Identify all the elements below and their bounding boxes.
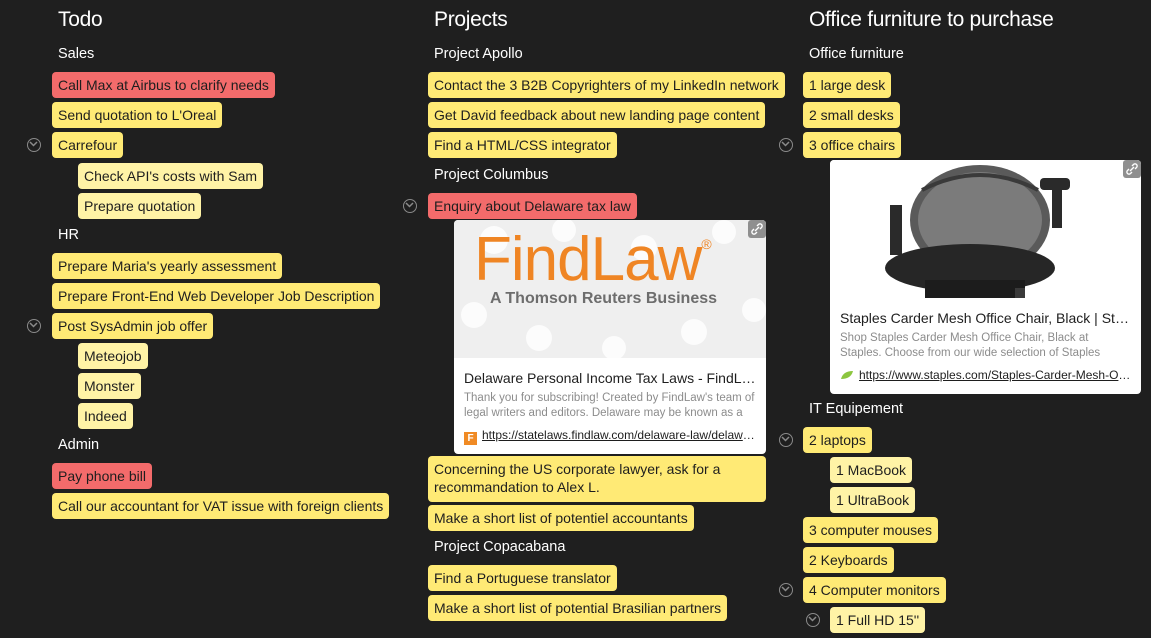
task-card[interactable]: Get David feedback about new landing pag…	[428, 102, 766, 128]
task-card[interactable]: 2 Keyboards	[803, 547, 894, 573]
collapse-toggle-icon[interactable]	[27, 319, 41, 333]
task-card[interactable]: Carrefour	[52, 132, 124, 158]
preview-url[interactable]: https://www.staples.com/Staples-Carder-M…	[840, 368, 1131, 382]
subtask-card[interactable]: Meteojob	[78, 343, 148, 369]
findlaw-logo: FindLaw®	[474, 225, 712, 294]
section-label-apollo: Project Apollo	[434, 46, 523, 62]
task-card[interactable]: Pay phone bill	[52, 463, 152, 489]
preview-url[interactable]: Fhttps://statelaws.findlaw.com/delaware-…	[464, 428, 756, 445]
subtask-card[interactable]: Prepare quotation	[78, 193, 202, 219]
task-card[interactable]: Contact the 3 B2B Copyrighters of my Lin…	[428, 72, 785, 98]
task-card[interactable]: Find a Portuguese translator	[428, 565, 617, 591]
task-card[interactable]: Make a short list of potential Brasilian…	[428, 595, 728, 621]
collapse-toggle-icon[interactable]	[779, 138, 793, 152]
task-card[interactable]: 3 computer mouses	[803, 517, 938, 543]
link-icon[interactable]	[748, 220, 766, 238]
preview-title: Delaware Personal Income Tax Laws - Find…	[464, 370, 756, 386]
task-card[interactable]: Call Max at Airbus to clarify needs	[52, 72, 275, 98]
task-card[interactable]: Prepare Front-End Web Developer Job Desc…	[52, 283, 381, 309]
task-card[interactable]: Make a short list of potentiel accountan…	[428, 505, 694, 531]
subtask-card[interactable]: Check API's costs with Sam	[78, 163, 264, 189]
preview-image: FindLaw® A Thomson Reuters Business	[454, 220, 766, 358]
section-label-copacabana: Project Copacabana	[434, 539, 566, 555]
link-icon[interactable]	[1123, 160, 1141, 178]
preview-title: Staples Carder Mesh Office Chair, Black …	[840, 310, 1131, 326]
task-card[interactable]: Prepare Maria's yearly assessment	[52, 253, 283, 279]
collapse-toggle-icon[interactable]	[806, 613, 820, 627]
column-title-furniture: Office furniture to purchase	[809, 8, 1054, 31]
collapse-toggle-icon[interactable]	[779, 583, 793, 597]
task-card[interactable]: 4 Computer monitors	[803, 577, 946, 603]
preview-image	[830, 160, 1141, 298]
task-card[interactable]: 3 office chairs	[803, 132, 902, 158]
column-title-projects: Projects	[434, 8, 508, 31]
task-card[interactable]: 2 laptops	[803, 427, 872, 453]
link-preview-card[interactable]: FindLaw® A Thomson Reuters Business Dela…	[454, 220, 766, 454]
task-card[interactable]: Find a HTML/CSS integrator	[428, 132, 617, 158]
findlaw-favicon-icon: F	[464, 432, 477, 445]
office-chair-image	[885, 165, 1070, 298]
task-card[interactable]: Concerning the US corporate lawyer, ask …	[428, 456, 766, 502]
task-card[interactable]: Post SysAdmin job offer	[52, 313, 214, 339]
column-title-todo: Todo	[58, 8, 103, 31]
subtask-card[interactable]: 1 MacBook	[830, 457, 913, 483]
findlaw-logo-subtitle: A Thomson Reuters Business	[490, 290, 718, 307]
collapse-toggle-icon[interactable]	[403, 199, 417, 213]
section-label-office: Office furniture	[809, 46, 904, 62]
subtask-card[interactable]: 1 UltraBook	[830, 487, 916, 513]
task-card[interactable]: Call our accountant for VAT issue with f…	[52, 493, 390, 519]
link-preview-card[interactable]: Staples Carder Mesh Office Chair, Black …	[830, 160, 1141, 394]
subtask-card[interactable]: Indeed	[78, 403, 133, 429]
subtask-card[interactable]: Monster	[78, 373, 141, 399]
preview-description: Shop Staples Carder Mesh Office Chair, B…	[840, 332, 1101, 359]
subtask-card[interactable]: 1 Full HD 15''	[830, 607, 926, 633]
preview-description: Thank you for subscribing! Created by Fi…	[464, 392, 755, 419]
section-label-columbus: Project Columbus	[434, 167, 549, 183]
section-label-admin: Admin	[58, 437, 100, 453]
task-card[interactable]: 1 large desk	[803, 72, 892, 98]
task-card[interactable]: 2 small desks	[803, 102, 900, 128]
collapse-toggle-icon[interactable]	[27, 138, 41, 152]
section-label-it: IT Equipement	[809, 401, 904, 417]
section-label-sales: Sales	[58, 46, 95, 62]
task-card[interactable]: Enquiry about Delaware tax law	[428, 193, 637, 219]
collapse-toggle-icon[interactable]	[779, 433, 793, 447]
section-label-hr: HR	[58, 227, 79, 243]
staples-favicon-icon	[841, 371, 853, 379]
task-card[interactable]: Send quotation to L'Oreal	[52, 102, 223, 128]
